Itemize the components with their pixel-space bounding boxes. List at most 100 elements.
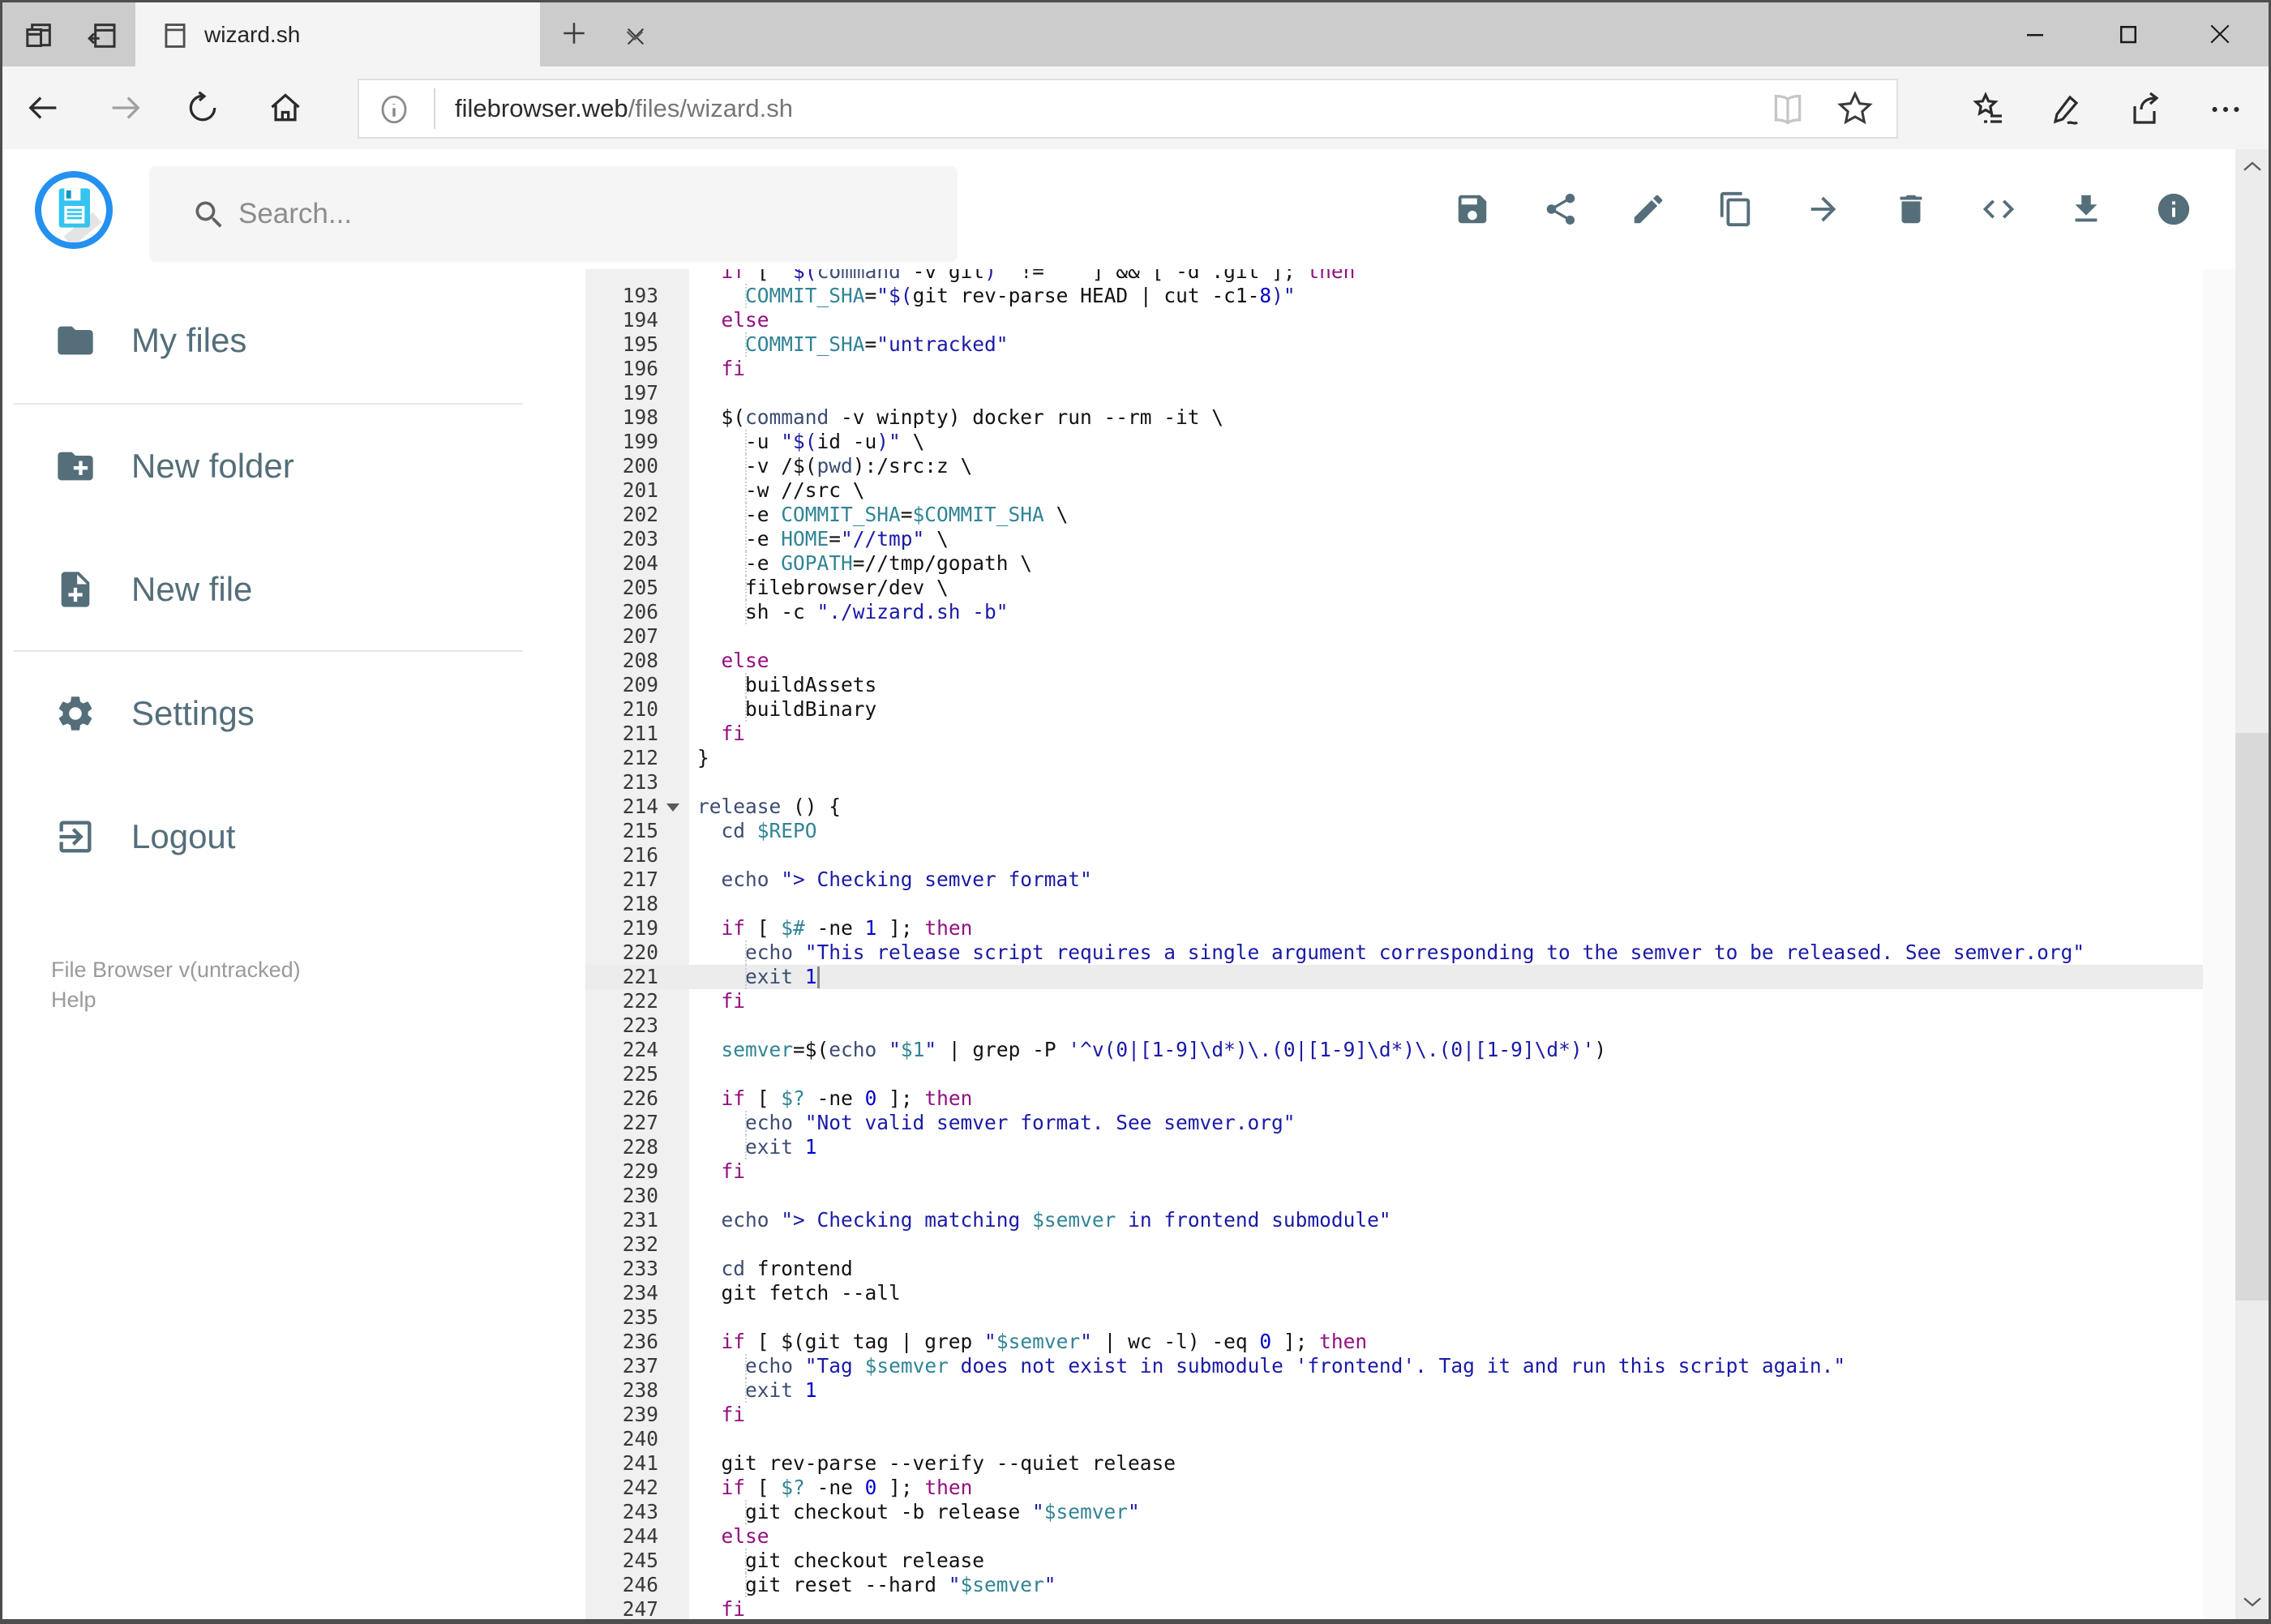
reading-view-button[interactable] xyxy=(1770,92,1806,127)
code-line[interactable] xyxy=(689,770,697,795)
line-number[interactable]: 197 xyxy=(585,381,658,405)
info-button[interactable] xyxy=(2145,181,2202,238)
code-line[interactable]: echo "Not valid semver format. See semve… xyxy=(689,1111,1296,1135)
line-number[interactable]: 240 xyxy=(585,1427,658,1451)
code-line[interactable]: } xyxy=(689,746,709,770)
code-line[interactable]: if [ $? -ne 0 ]; then xyxy=(689,1086,973,1111)
code-line[interactable]: exit 1 xyxy=(689,965,817,989)
code-line[interactable]: -w //src \ xyxy=(689,478,865,503)
line-number[interactable]: 203 xyxy=(585,527,658,551)
fold-marker-icon[interactable] xyxy=(666,803,679,812)
page-scrollbar[interactable] xyxy=(2235,149,2269,1619)
code-line[interactable]: fi xyxy=(689,722,746,746)
code-line[interactable]: -v /$(pwd):/src:z \ xyxy=(689,454,972,478)
help-link[interactable]: Help xyxy=(51,985,96,1015)
code-line[interactable] xyxy=(689,1232,697,1257)
tab-list-dropdown-button[interactable] xyxy=(616,16,653,54)
scrollbar-down-button[interactable] xyxy=(2235,1583,2269,1619)
filebrowser-logo[interactable] xyxy=(35,171,113,249)
code-line[interactable]: if [ $# -ne 1 ]; then xyxy=(689,916,973,941)
line-number[interactable]: 193 xyxy=(585,284,658,308)
code-line[interactable]: echo "Tag $semver does not exist in subm… xyxy=(689,1354,1845,1378)
code-line[interactable]: -u "$(id -u)" \ xyxy=(689,430,924,454)
annotate-button[interactable] xyxy=(2039,83,2093,136)
line-number[interactable]: 230 xyxy=(585,1184,658,1208)
code-line[interactable]: git checkout release xyxy=(689,1549,984,1573)
line-number[interactable]: 232 xyxy=(585,1232,658,1257)
sidebar-item-my-files[interactable]: My files xyxy=(2,296,585,385)
code-line[interactable] xyxy=(689,1427,697,1451)
line-number[interactable]: 229 xyxy=(585,1159,658,1184)
code-line[interactable]: cd $REPO xyxy=(689,819,817,843)
line-number[interactable]: 235 xyxy=(585,1305,658,1330)
rename-button[interactable] xyxy=(1620,181,1677,238)
line-number[interactable]: 196 xyxy=(585,357,658,381)
line-number[interactable]: 207 xyxy=(585,624,658,649)
code-line[interactable]: git reset --hard "$semver" xyxy=(689,1573,1056,1597)
line-number[interactable]: 227 xyxy=(585,1111,658,1135)
line-number[interactable]: 233 xyxy=(585,1257,658,1281)
tab-preview-button[interactable] xyxy=(20,17,58,54)
line-number[interactable]: 225 xyxy=(585,1062,658,1086)
more-options-button[interactable] xyxy=(2199,83,2252,136)
line-number[interactable]: 244 xyxy=(585,1524,658,1549)
source-code-button[interactable] xyxy=(1970,181,2027,238)
window-maximize-button[interactable] xyxy=(2096,10,2161,58)
line-number[interactable]: 243 xyxy=(585,1500,658,1524)
set-aside-tabs-button[interactable] xyxy=(84,17,121,54)
line-number[interactable]: 198 xyxy=(585,405,658,430)
site-info-icon[interactable] xyxy=(377,92,411,126)
line-number[interactable]: 247 xyxy=(585,1597,658,1619)
favorites-hub-button[interactable] xyxy=(1962,83,2016,136)
sidebar-item-new-file[interactable]: New file xyxy=(2,545,585,634)
code-line[interactable]: echo "This release script requires a sin… xyxy=(689,941,2085,965)
code-line[interactable] xyxy=(689,843,697,868)
code-line[interactable]: sh -c "./wizard.sh -b" xyxy=(689,600,1009,624)
line-number[interactable]: 237 xyxy=(585,1354,658,1378)
line-number[interactable]: 212 xyxy=(585,746,658,770)
add-favorite-button[interactable] xyxy=(1836,90,1874,127)
code-line[interactable]: git checkout -b release "$semver" xyxy=(689,1500,1140,1524)
delete-button[interactable] xyxy=(1883,181,1939,238)
url-text[interactable]: filebrowser.web/files/wizard.sh xyxy=(455,80,793,137)
share-file-button[interactable] xyxy=(1532,181,1589,238)
line-number[interactable]: 209 xyxy=(585,673,658,697)
copy-button[interactable] xyxy=(1708,181,1764,238)
line-number[interactable]: 204 xyxy=(585,551,658,576)
code-line[interactable]: echo "> Checking semver format" xyxy=(689,868,1092,892)
code-line[interactable]: COMMIT_SHA="$(git rev-parse HEAD | cut -… xyxy=(689,284,1296,308)
code-line[interactable] xyxy=(689,892,697,916)
line-number[interactable]: 205 xyxy=(585,576,658,600)
sidebar-item-logout[interactable]: Logout xyxy=(2,792,585,881)
line-number[interactable]: 224 xyxy=(585,1038,658,1062)
window-close-button[interactable] xyxy=(2187,10,2252,58)
line-number[interactable]: 215 xyxy=(585,819,658,843)
code-line[interactable]: cd frontend xyxy=(689,1257,853,1281)
code-editor[interactable]: 193 194 195 196 197 198 199 200 201 202 203 204 205 2… xyxy=(585,269,2235,1619)
line-number[interactable]: 211 xyxy=(585,722,658,746)
line-number[interactable]: 241 xyxy=(585,1451,658,1476)
line-number[interactable]: 246 xyxy=(585,1573,658,1597)
code-line[interactable]: else xyxy=(689,649,769,673)
line-number[interactable]: 214 xyxy=(585,795,658,819)
code-line[interactable] xyxy=(689,1013,697,1038)
line-number[interactable]: 234 xyxy=(585,1281,658,1305)
code-line[interactable]: git fetch --all xyxy=(689,1281,901,1305)
line-number[interactable]: 231 xyxy=(585,1208,658,1232)
line-number[interactable]: 245 xyxy=(585,1549,658,1573)
refresh-button[interactable] xyxy=(178,84,227,132)
code-line[interactable] xyxy=(689,1062,697,1086)
code-line[interactable]: release () { xyxy=(689,795,841,819)
code-line[interactable]: $(command -v winpty) docker run --rm -it… xyxy=(689,405,1224,430)
code-line[interactable]: else xyxy=(689,308,769,332)
code-line[interactable]: fi xyxy=(689,1597,746,1619)
scrollbar-thumb[interactable] xyxy=(2235,733,2269,1300)
code-line[interactable]: exit 1 xyxy=(689,1135,817,1159)
line-number[interactable]: 242 xyxy=(585,1476,658,1500)
code-line[interactable]: filebrowser/dev \ xyxy=(689,576,949,600)
line-number[interactable]: 202 xyxy=(585,503,658,527)
code-line[interactable] xyxy=(689,381,697,405)
code-line[interactable]: echo "> Checking matching $semver in fro… xyxy=(689,1208,1391,1232)
code-line[interactable]: if [ $(git tag | grep "$semver" | wc -l)… xyxy=(689,1330,1368,1354)
line-number[interactable]: 228 xyxy=(585,1135,658,1159)
